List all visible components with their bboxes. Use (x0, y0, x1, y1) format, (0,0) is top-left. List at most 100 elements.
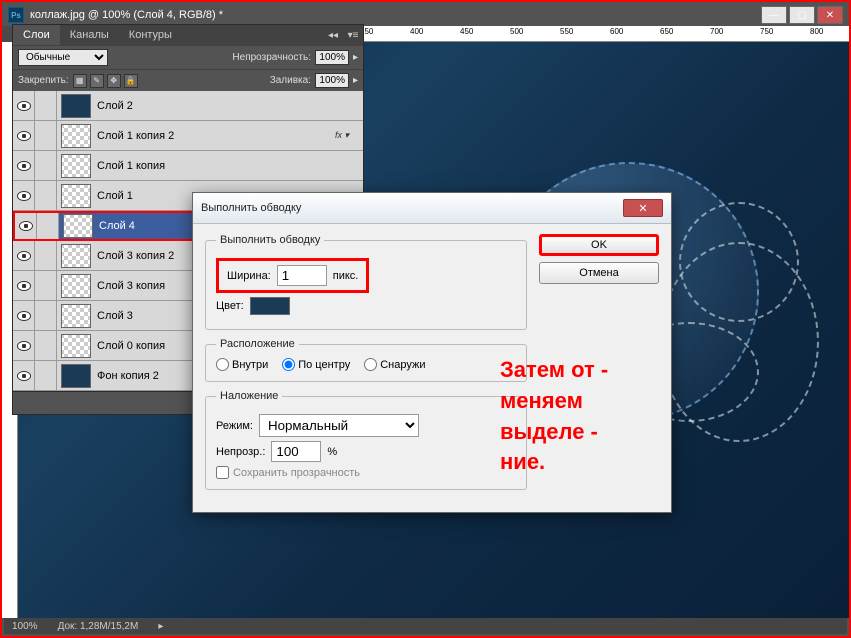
lock-brush-icon[interactable]: ✎ (90, 74, 104, 88)
dialog-opacity-input[interactable] (271, 441, 321, 462)
layer-link-cell[interactable] (35, 181, 57, 210)
layer-row[interactable]: Слой 2 (13, 91, 363, 121)
layer-link-cell[interactable] (37, 213, 59, 239)
cancel-button[interactable]: Отмена (539, 262, 659, 284)
eye-icon (17, 371, 31, 381)
layer-thumbnail[interactable] (61, 244, 91, 268)
tab-paths[interactable]: Контуры (119, 25, 182, 45)
layer-thumbnail[interactable] (61, 94, 91, 118)
layer-thumbnail[interactable] (61, 304, 91, 328)
layer-link-cell[interactable] (35, 121, 57, 150)
photoshop-window: Ps коллаж.jpg @ 100% (Слой 4, RGB/8) * —… (2, 2, 849, 636)
panel-collapse-icon[interactable]: ◂◂ (323, 30, 343, 41)
visibility-toggle[interactable] (13, 181, 35, 210)
radio-center[interactable]: По центру (282, 358, 350, 371)
width-input[interactable] (277, 265, 327, 286)
layer-thumbnail[interactable] (61, 184, 91, 208)
ruler-mark: 400 (410, 27, 423, 36)
tab-layers[interactable]: Слои (13, 25, 60, 45)
fill-dropdown-icon[interactable]: ▸ (353, 75, 358, 86)
visibility-toggle[interactable] (13, 361, 35, 390)
opacity-percent: % (327, 446, 337, 458)
opacity-input[interactable] (315, 50, 349, 65)
radio-outside[interactable]: Снаружи (364, 358, 425, 371)
layer-name[interactable]: Слой 1 копия (95, 160, 335, 172)
layer-link-cell[interactable] (35, 91, 57, 120)
layer-name[interactable]: Слой 1 копия 2 (95, 130, 335, 142)
visibility-toggle[interactable] (13, 331, 35, 360)
preserve-checkbox[interactable] (216, 466, 229, 479)
visibility-toggle[interactable] (13, 91, 35, 120)
ruler-mark: 550 (560, 27, 573, 36)
lock-move-icon[interactable]: ✥ (107, 74, 121, 88)
lock-all-icon[interactable]: 🔒 (124, 74, 138, 88)
eye-icon (17, 161, 31, 171)
panel-menu-icon[interactable]: ▾≡ (343, 30, 363, 41)
layer-name[interactable]: Слой 2 (95, 100, 335, 112)
eye-icon (17, 101, 31, 111)
zoom-value[interactable]: 100% (12, 621, 38, 632)
window-title: коллаж.jpg @ 100% (Слой 4, RGB/8) * (30, 9, 761, 21)
layer-fx-indicator[interactable]: fx ▾ (335, 130, 363, 141)
layer-thumbnail[interactable] (61, 334, 91, 358)
ok-button[interactable]: OK (539, 234, 659, 256)
visibility-toggle[interactable] (13, 271, 35, 300)
layer-thumbnail[interactable] (61, 364, 91, 388)
ruler-mark: 700 (710, 27, 723, 36)
fill-label: Заливка: (270, 75, 311, 86)
layer-thumbnail[interactable] (61, 154, 91, 178)
status-bar: 100% Док: 1,28M/15,2M ▸ (4, 618, 847, 634)
visibility-toggle[interactable] (13, 151, 35, 180)
ruler-mark: 650 (660, 27, 673, 36)
eye-icon (17, 251, 31, 261)
width-unit: пикс. (333, 270, 359, 282)
window-controls: — ▢ ✕ (761, 6, 843, 24)
close-button[interactable]: ✕ (817, 6, 843, 24)
ruler-mark: 800 (810, 27, 823, 36)
ruler-mark: 450 (460, 27, 473, 36)
layer-link-cell[interactable] (35, 361, 57, 390)
dialog-close-button[interactable]: ✕ (623, 199, 663, 217)
panel-tabs: Слои Каналы Контуры ◂◂ ▾≡ (13, 25, 363, 45)
dialog-opacity-label: Непрозр.: (216, 446, 265, 458)
layer-link-cell[interactable] (35, 271, 57, 300)
visibility-toggle[interactable] (15, 213, 37, 239)
radio-inside[interactable]: Внутри (216, 358, 268, 371)
width-label: Ширина: (227, 270, 271, 282)
layer-link-cell[interactable] (35, 301, 57, 330)
lock-fill-row: Закрепить: ▦ ✎ ✥ 🔒 Заливка: ▸ (13, 69, 363, 91)
layer-row[interactable]: Слой 1 копия (13, 151, 363, 181)
ruler-mark: 500 (510, 27, 523, 36)
maximize-button[interactable]: ▢ (789, 6, 815, 24)
ruler-mark: 600 (610, 27, 623, 36)
stroke-fieldset: Выполнить обводку Ширина: пикс. Цвет: (205, 234, 527, 330)
visibility-toggle[interactable] (13, 301, 35, 330)
layer-thumbnail[interactable] (61, 274, 91, 298)
layer-link-cell[interactable] (35, 331, 57, 360)
blend-fieldset: Наложение Режим: Нормальный Непрозр.: % (205, 390, 527, 490)
blend-mode-select[interactable]: Обычные (18, 49, 108, 66)
layer-thumbnail[interactable] (63, 214, 93, 238)
photoshop-icon: Ps (8, 7, 24, 23)
layer-link-cell[interactable] (35, 241, 57, 270)
layer-thumbnail[interactable] (61, 124, 91, 148)
visibility-toggle[interactable] (13, 121, 35, 150)
minimize-button[interactable]: — (761, 6, 787, 24)
mode-select[interactable]: Нормальный (259, 414, 419, 437)
lock-transparent-icon[interactable]: ▦ (73, 74, 87, 88)
eye-icon (17, 341, 31, 351)
mode-label: Режим: (216, 420, 253, 432)
layer-link-cell[interactable] (35, 151, 57, 180)
layer-row[interactable]: Слой 1 копия 2fx ▾ (13, 121, 363, 151)
opacity-dropdown-icon[interactable]: ▸ (353, 52, 358, 63)
opacity-label: Непрозрачность: (232, 52, 311, 63)
dialog-titlebar[interactable]: Выполнить обводку ✕ (193, 193, 671, 224)
tab-channels[interactable]: Каналы (60, 25, 119, 45)
color-swatch[interactable] (250, 297, 290, 315)
stroke-legend: Выполнить обводку (216, 234, 324, 246)
visibility-toggle[interactable] (13, 241, 35, 270)
eye-icon (17, 281, 31, 291)
color-label: Цвет: (216, 300, 244, 312)
status-menu-icon[interactable]: ▸ (158, 621, 163, 632)
fill-input[interactable] (315, 73, 349, 88)
